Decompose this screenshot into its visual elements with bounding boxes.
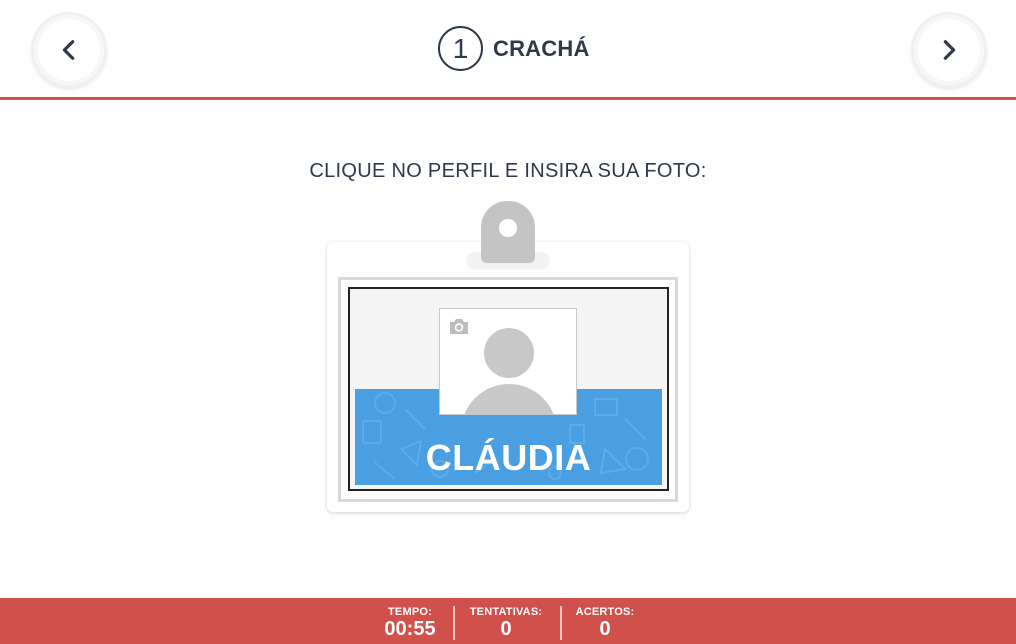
next-button[interactable] [914,15,984,85]
chevron-right-icon [943,40,956,60]
stat-divider [453,606,455,640]
step-indicator: 1 CRACHÁ [438,26,590,71]
tries-value: 0 [500,618,512,640]
badge-name: CLÁUDIA [425,437,592,478]
camera-icon [450,319,468,334]
hits-label: ACERTOS: [575,606,635,618]
page-title: CRACHÁ [493,35,590,61]
time-value: 00:55 [384,618,436,640]
tries-stat: TENTATIVAS: 0 [466,606,546,640]
stat-divider [560,606,562,640]
header-divider [0,97,1016,100]
hits-stat: ACERTOS: 0 [570,606,640,640]
chevron-left-icon [62,40,75,60]
footer-stats-bar: TEMPO: 00:55 TENTATIVAS: 0 ACERTOS: 0 [0,598,1016,644]
tries-label: TENTATIVAS: [469,606,543,618]
avatar-body [461,384,557,414]
time-label: TEMPO: [388,606,432,618]
time-stat: TEMPO: 00:55 [380,606,440,640]
header: 1 CRACHÁ [0,0,1016,98]
instruction-text: CLIQUE NO PERFIL E INSIRA SUA FOTO: [309,160,707,182]
step-number: 1 [438,26,483,71]
avatar-placeholder-icon [484,328,534,378]
hits-value: 0 [599,618,611,640]
badge-clip-hole [499,219,517,237]
previous-button[interactable] [34,15,104,85]
profile-photo-button[interactable] [439,308,577,415]
